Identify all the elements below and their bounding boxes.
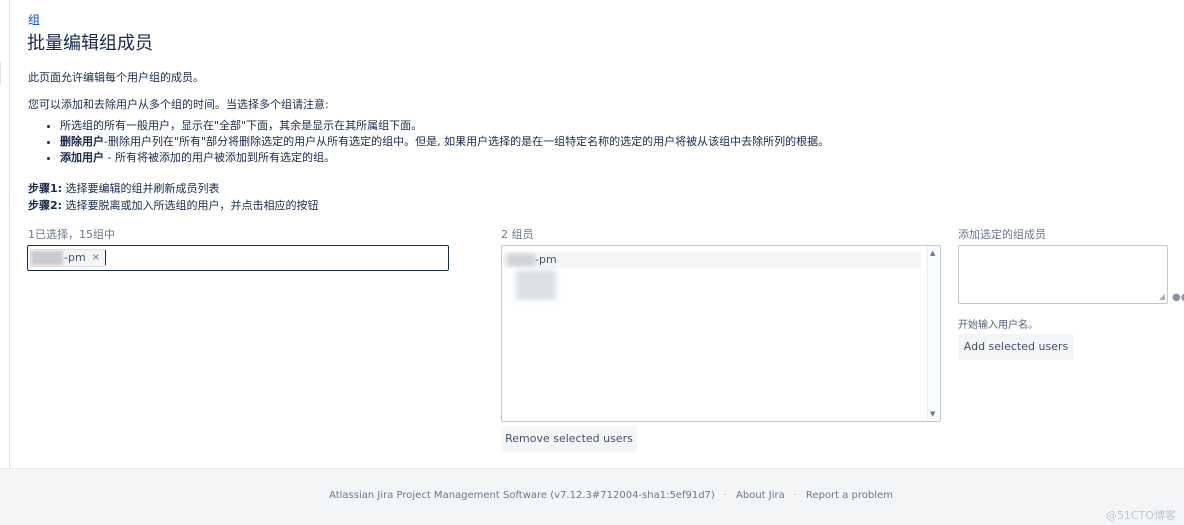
scroll-up-icon[interactable]: ▲ (930, 249, 935, 257)
step-text: 选择要脱离或加入所选组的用户，并点击相应的按钮 (62, 199, 319, 212)
note-item: 所选组的所有一般用户，显示在"全部"下面，其余是显示在其所属组下面。 (60, 118, 829, 133)
note-bold: 删除用户 (60, 135, 104, 148)
report-problem-link[interactable]: Report a problem (806, 490, 893, 501)
group-picker-input[interactable]: -pm × (27, 245, 449, 271)
note-text: - 所有将被添加的用户被添加到所有选定的组。 (104, 151, 335, 164)
user-picker-icon[interactable]: ●● (1172, 292, 1184, 303)
step-text: 选择要编辑的组并刷新成员列表 (62, 182, 220, 195)
note-text: 所选组的所有一般用户，显示在"全部"下面，其余是显示在其所属组下面。 (60, 119, 423, 132)
note-text: -删除用户列在"所有"部分将删除选定的用户从所有选定的组中。但是, 如果用户选择… (104, 135, 830, 148)
add-users-hint: 开始输入用户名。 (958, 320, 1038, 331)
step-1: 步骤1: 选择要编辑的组并刷新成员列表 (28, 180, 220, 196)
left-border (9, 0, 10, 468)
watermark: @51CTO博客 (1105, 509, 1176, 522)
notice-text: 您可以添加和去除用户从多个组的时间。当选择多个组请注意: (28, 98, 329, 111)
step-label: 步骤1: (28, 182, 63, 195)
resize-grip-icon[interactable]: ◢ (1159, 292, 1165, 301)
redacted-text (31, 251, 63, 265)
redacted-text (507, 254, 535, 266)
about-jira-link[interactable]: About Jira (736, 490, 785, 501)
add-selected-users-button[interactable]: Add selected users (958, 334, 1074, 360)
note-item: 删除用户-删除用户列在"所有"部分将删除选定的用户从所有选定的组中。但是, 如果… (60, 134, 829, 149)
scroll-down-icon[interactable]: ▼ (930, 410, 935, 418)
footer: Atlassian Jira Project Management Softwa… (0, 468, 1184, 525)
members-label: 2 组员 (501, 228, 534, 241)
member-label: -pm (535, 253, 557, 266)
remove-selected-users-button[interactable]: Remove selected users (501, 426, 637, 452)
footer-links: Atlassian Jira Project Management Softwa… (0, 490, 1184, 501)
members-list[interactable]: -pm ▲ ▼ (501, 245, 941, 422)
page-title: 批量编辑组成员 (27, 33, 153, 54)
text-caret (105, 250, 106, 265)
footer-separator: · (793, 490, 797, 501)
step-label: 步骤2: (28, 199, 63, 212)
members-scrollbar[interactable]: ▲ ▼ (927, 246, 940, 421)
redacted-member[interactable] (516, 270, 556, 300)
step-2: 步骤2: 选择要脱离或加入所选组的用户，并点击相应的按钮 (28, 197, 319, 213)
left-notch (0, 62, 1, 84)
note-bold: 添加用户 (60, 151, 104, 164)
chip-label: -pm (64, 251, 86, 264)
selected-group-chip[interactable]: -pm × (30, 249, 107, 267)
footer-separator: · (723, 490, 728, 501)
intro-text: 此页面允许编辑每个用户组的成员。 (28, 71, 204, 84)
add-members-label: 添加选定的组成员 (958, 228, 1046, 241)
member-option[interactable]: -pm (503, 252, 921, 268)
version-text: Atlassian Jira Project Management Softwa… (329, 490, 715, 501)
note-item: 添加用户 - 所有将被添加的用户被添加到所有选定的组。 (60, 150, 829, 165)
chip-remove-icon[interactable]: × (92, 250, 100, 266)
add-users-textarea[interactable]: ◢ (958, 245, 1168, 304)
group-picker-label: 1已选择，15组中 (28, 228, 115, 241)
notes-list: 所选组的所有一般用户，显示在"全部"下面，其余是显示在其所属组下面。 删除用户-… (28, 118, 829, 166)
breadcrumb[interactable]: 组 (28, 11, 40, 28)
